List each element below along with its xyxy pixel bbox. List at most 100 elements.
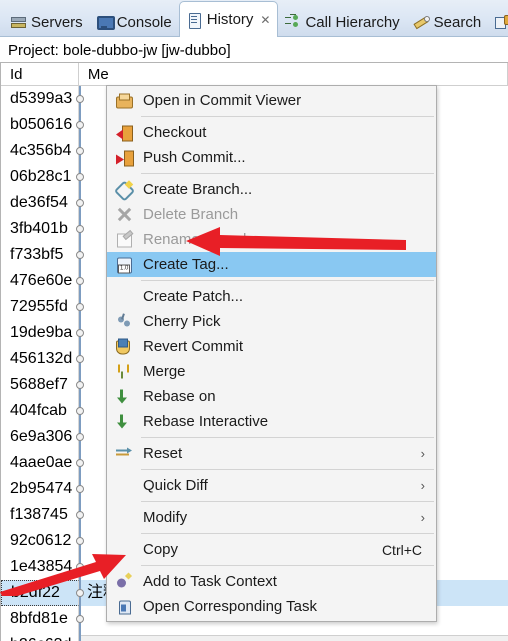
- commit-id-cell: f138745: [1, 502, 79, 528]
- commit-id-cell: 19de9ba: [1, 320, 79, 346]
- tab-label: Servers: [31, 13, 83, 31]
- menu-item-rename-branch: Rename Branch...: [107, 227, 436, 252]
- menu-item-copy[interactable]: Copy Ctrl+C: [107, 537, 436, 562]
- servers-icon: [10, 14, 26, 30]
- commit-graph-node: [76, 355, 84, 363]
- menu-item-rebase-interactive[interactable]: Rebase Interactive: [107, 409, 436, 434]
- horizontal-scrollbar[interactable]: [79, 635, 508, 641]
- menu-item-create-patch[interactable]: Create Patch...: [107, 284, 436, 309]
- view-tabs: Servers Console History ✕ Call Hierarchy Sear…: [0, 0, 508, 37]
- menu-item-push-commit[interactable]: Push Commit...: [107, 145, 436, 170]
- commit-id-cell: 72955fd: [1, 294, 79, 320]
- menu-item-label: Delete Branch: [143, 206, 239, 223]
- commit-id-cell: 3fb401b: [1, 216, 79, 242]
- commit-id-cell: 8bfd81e: [1, 606, 79, 632]
- menu-item-label: Rename Branch...: [143, 231, 264, 248]
- menu-item-delete-branch: Delete Branch: [107, 202, 436, 227]
- menu-item-create-branch[interactable]: Create Branch...: [107, 177, 436, 202]
- commit-graph-node: [76, 537, 84, 545]
- menu-item-rebase-on[interactable]: Rebase on: [107, 384, 436, 409]
- menu-separator: [141, 437, 434, 438]
- menu-item-label: Push Commit...: [143, 149, 246, 166]
- create-branch-icon: [116, 181, 133, 198]
- create-tag-icon: [116, 256, 133, 273]
- commit-id-cell: 404fcab: [1, 398, 79, 424]
- menu-item-create-tag[interactable]: Create Tag...: [107, 252, 436, 277]
- menu-item-merge[interactable]: Merge: [107, 359, 436, 384]
- menu-item-modify[interactable]: Modify ›: [107, 505, 436, 530]
- menu-item-revert-commit[interactable]: Revert Commit: [107, 334, 436, 359]
- commit-graph-node: [76, 225, 84, 233]
- commit-graph-node: [76, 433, 84, 441]
- menu-item-quick-diff[interactable]: Quick Diff ›: [107, 473, 436, 498]
- close-icon[interactable]: ✕: [260, 13, 270, 27]
- commit-id-cell: 456132d: [1, 346, 79, 372]
- rebase-on-icon: [116, 388, 133, 405]
- commit-id-cell: 6e9a306: [1, 424, 79, 450]
- menu-item-label: Reset: [143, 445, 183, 462]
- menu-separator: [141, 280, 434, 281]
- commit-graph-node: [76, 511, 84, 519]
- search-icon: [413, 14, 429, 30]
- tab-call-hierarchy[interactable]: Call Hierarchy: [278, 7, 406, 37]
- commit-id-cell: f733bf5: [1, 242, 79, 268]
- commit-graph-node: [76, 407, 84, 415]
- menu-item-cherry-pick[interactable]: Cherry Pick: [107, 309, 436, 334]
- commit-graph-node: [76, 589, 84, 597]
- history-icon: [186, 12, 202, 29]
- checkout-icon: [116, 124, 133, 141]
- tab-history[interactable]: History ✕: [178, 1, 279, 37]
- tab-label: History: [206, 11, 254, 28]
- chevron-right-icon: ›: [420, 510, 425, 525]
- tab-servers[interactable]: Servers: [4, 7, 90, 37]
- menu-item-add-to-task-context[interactable]: Add to Task Context: [107, 569, 436, 594]
- tab-search[interactable]: Search: [407, 7, 489, 37]
- menu-item-open-corresponding-task[interactable]: Open Corresponding Task: [107, 594, 436, 619]
- reset-icon: [116, 445, 133, 462]
- menu-item-checkout[interactable]: Checkout: [107, 120, 436, 145]
- chevron-right-icon: ›: [420, 478, 425, 493]
- menu-item-label: Cherry Pick: [143, 313, 221, 330]
- add-task-context-icon: [116, 573, 133, 590]
- menu-separator: [141, 116, 434, 117]
- commit-id-cell: 92c0612: [1, 528, 79, 554]
- commit-graph-node: [76, 147, 84, 155]
- tab-console[interactable]: Console: [90, 7, 179, 37]
- menu-item-reset[interactable]: Reset ›: [107, 441, 436, 466]
- commit-context-menu: Open in Commit Viewer Checkout Push Commit…: [106, 85, 437, 622]
- commit-id-cell: b2df22: [1, 580, 79, 606]
- commit-id-cell: d5399a3: [1, 86, 79, 112]
- commit-graph-node: [76, 329, 84, 337]
- commit-id-cell: de36f54: [1, 190, 79, 216]
- commit-id-cell: 5688ef7: [1, 372, 79, 398]
- open-task-icon: [116, 598, 133, 615]
- menu-item-label: Revert Commit: [143, 338, 244, 355]
- commit-id-cell: b26c63d: [1, 632, 79, 641]
- menu-separator: [141, 173, 434, 174]
- commit-graph-node: [76, 199, 84, 207]
- view-tab-bar: Servers Console History ✕ Call Hierarchy Sear…: [0, 0, 508, 37]
- tab-label: Console: [116, 13, 172, 31]
- menu-item-label: Open in Commit Viewer: [143, 92, 302, 109]
- project-label-bar: Project: bole-dubbo-jw [jw-dubbo]: [0, 38, 508, 62]
- menu-item-open-in-commit-viewer[interactable]: Open in Commit Viewer: [107, 88, 436, 113]
- tab-partial[interactable]: [488, 7, 508, 37]
- chevron-right-icon: ›: [420, 446, 425, 461]
- commit-id-cell: 4aae0ae: [1, 450, 79, 476]
- project-label: Project: bole-dubbo-jw [jw-dubbo]: [8, 41, 231, 59]
- partial-tab-icon: [494, 14, 508, 30]
- eclipse-history-view: Servers Console History ✕ Call Hierarchy Sear…: [0, 0, 508, 641]
- tab-label: Call Hierarchy: [305, 13, 400, 31]
- menu-separator: [141, 469, 434, 470]
- column-header-message[interactable]: Me: [79, 63, 508, 86]
- commit-graph-node: [76, 121, 84, 129]
- menu-separator: [141, 501, 434, 502]
- open-commit-viewer-icon: [116, 92, 133, 109]
- cherry-pick-icon: [116, 313, 133, 330]
- commit-graph-node: [76, 615, 84, 623]
- menu-item-label: Create Branch...: [143, 181, 253, 198]
- commit-id-cell: 2b95474: [1, 476, 79, 502]
- commit-id-cell: 4c356b4: [1, 138, 79, 164]
- commit-graph-node: [76, 277, 84, 285]
- column-header-id[interactable]: Id: [1, 63, 79, 86]
